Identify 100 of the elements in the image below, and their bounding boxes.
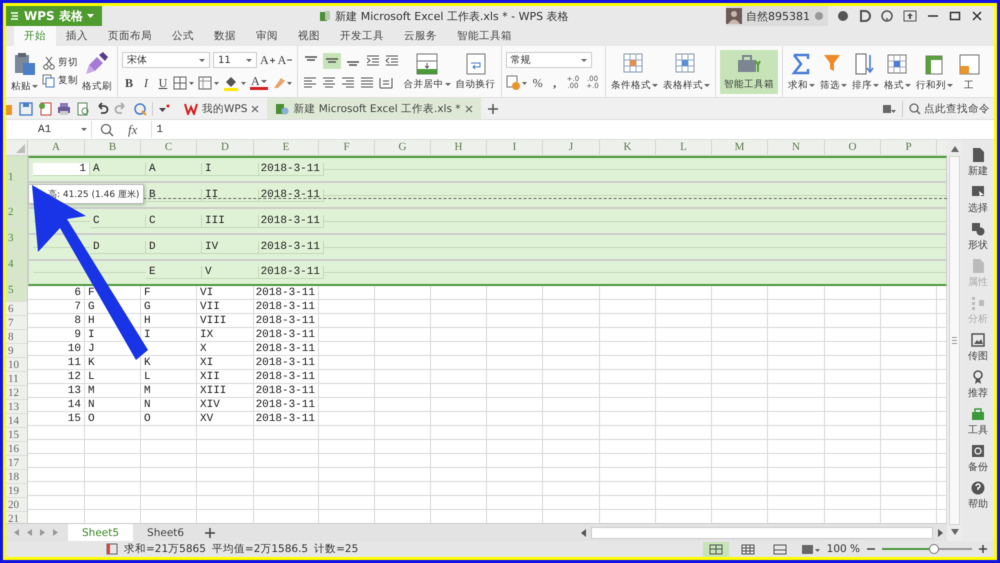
- scroll-up-icon[interactable]: [950, 146, 958, 152]
- format-painter-button[interactable]: 格式刷: [81, 50, 113, 94]
- menu-tab[interactable]: 云服务: [394, 26, 447, 46]
- scroll-thumb[interactable]: [949, 156, 960, 525]
- column-header[interactable]: G: [375, 140, 431, 155]
- row-header[interactable]: 19: [6, 484, 27, 498]
- menu-tab[interactable]: 公式: [162, 26, 204, 46]
- column-header[interactable]: E: [254, 140, 319, 155]
- column-header[interactable]: A: [28, 140, 85, 155]
- sidebar-item[interactable]: 备份: [968, 444, 988, 474]
- scroll-right-icon[interactable]: [937, 528, 943, 536]
- row-header[interactable]: 15: [6, 428, 27, 442]
- sidebar-item[interactable]: 推荐: [968, 370, 988, 400]
- sidebar-item[interactable]: 形状: [968, 222, 988, 252]
- help-icon[interactable]: [881, 10, 893, 22]
- menu-tab[interactable]: 审阅: [246, 26, 288, 46]
- ribbon-button[interactable]: 格式: [882, 50, 912, 94]
- scroll-left-icon[interactable]: [581, 528, 587, 536]
- upload-icon[interactable]: [903, 10, 917, 22]
- column-header[interactable]: P: [881, 140, 937, 155]
- toolbox-button[interactable]: 智能工具箱: [720, 50, 778, 94]
- print-preview-icon[interactable]: [76, 102, 90, 116]
- sidebar-item[interactable]: 传图: [968, 333, 988, 363]
- column-header[interactable]: L: [656, 140, 712, 155]
- paste-button[interactable]: 粘贴: [10, 50, 39, 94]
- sheet-tab[interactable]: Sheet6: [133, 524, 198, 541]
- shrink-font-button[interactable]: A: [278, 52, 292, 68]
- align-right-icon[interactable]: [340, 76, 356, 90]
- column-header[interactable]: H: [431, 140, 487, 155]
- row-header[interactable]: 10: [6, 358, 27, 372]
- font-size-field[interactable]: 11: [213, 52, 257, 68]
- close-icon[interactable]: [464, 104, 473, 112]
- customize-icon[interactable]: [158, 102, 170, 114]
- column-header[interactable]: B: [85, 140, 141, 155]
- merge-center-button[interactable]: 合并居中: [402, 50, 452, 94]
- distribute-icon[interactable]: [378, 76, 394, 90]
- search-icon[interactable]: [133, 102, 147, 116]
- bold-button[interactable]: B: [122, 75, 136, 91]
- sidebar-item[interactable]: 工具: [968, 407, 988, 437]
- row-header[interactable]: 6: [6, 302, 27, 316]
- add-sheet-icon[interactable]: [204, 526, 216, 538]
- vertical-scrollbar[interactable]: [947, 140, 962, 541]
- menu-tab[interactable]: 视图: [288, 26, 330, 46]
- share-icon[interactable]: [859, 10, 871, 22]
- column-header[interactable]: K: [600, 140, 656, 155]
- table-style-button[interactable]: 表格样式: [662, 50, 711, 94]
- close-icon[interactable]: [971, 10, 983, 22]
- menu-tab[interactable]: 数据: [204, 26, 246, 46]
- document-tab[interactable]: 我的WPS: [176, 98, 268, 119]
- justify-icon[interactable]: [358, 76, 375, 90]
- vertical-align-icon[interactable]: [322, 53, 341, 69]
- row-header[interactable]: 13: [6, 400, 27, 414]
- percent-button[interactable]: %: [530, 75, 545, 91]
- row-header[interactable]: 16: [6, 442, 27, 456]
- print-icon[interactable]: [57, 102, 71, 116]
- macro-icon[interactable]: [106, 543, 118, 555]
- sheet-tab[interactable]: Sheet5: [68, 524, 134, 541]
- row-header[interactable]: 17: [6, 456, 27, 470]
- zoom-icon[interactable]: [100, 122, 114, 136]
- column-header[interactable]: I: [487, 140, 543, 155]
- scroll-thumb[interactable]: [591, 526, 933, 538]
- cut-button[interactable]: 剪切: [42, 56, 78, 70]
- conditional-format-button[interactable]: 条件格式: [610, 50, 659, 94]
- column-header[interactable]: F: [319, 140, 375, 155]
- wrap-text-button[interactable]: 自动换行: [454, 50, 497, 94]
- add-tab-icon[interactable]: [486, 102, 499, 114]
- row-header[interactable]: 7: [6, 316, 27, 330]
- grow-font-button[interactable]: A: [260, 52, 275, 68]
- align-left-icon[interactable]: [302, 76, 318, 90]
- sidebar-item[interactable]: 新建: [968, 148, 988, 178]
- column-header[interactable]: C: [141, 140, 197, 155]
- row-header[interactable]: 8: [6, 330, 27, 344]
- number-format-field[interactable]: 常规: [506, 52, 592, 68]
- ribbon-button[interactable]: 排序: [850, 50, 880, 94]
- ribbon-button[interactable]: 筛选: [818, 50, 848, 94]
- export-icon[interactable]: [38, 102, 52, 116]
- currency-icon[interactable]: [506, 75, 528, 91]
- italic-button[interactable]: I: [139, 75, 153, 91]
- column-header[interactable]: J: [543, 140, 600, 155]
- zoom-in-icon[interactable]: [978, 544, 988, 554]
- font-family-field[interactable]: 宋体: [122, 52, 210, 68]
- zoom-slider[interactable]: [882, 544, 972, 554]
- underline-button[interactable]: U: [156, 75, 170, 91]
- menu-tab[interactable]: 开始: [14, 26, 56, 46]
- menu-tab[interactable]: 插入: [56, 26, 98, 46]
- column-header[interactable]: N: [768, 140, 825, 155]
- close-icon[interactable]: [251, 104, 260, 112]
- row-header[interactable]: 12: [6, 386, 27, 400]
- fill-color-icon[interactable]: [223, 76, 247, 90]
- save-icon[interactable]: [19, 102, 33, 116]
- view-mode-icon[interactable]: [702, 542, 729, 556]
- skin-icon[interactable]: [837, 10, 849, 22]
- row-header[interactable]: 20: [6, 498, 27, 512]
- menu-tab[interactable]: 开发工具: [330, 26, 394, 46]
- formula-field[interactable]: 1: [151, 121, 994, 138]
- insert-function-button[interactable]: fx: [128, 122, 138, 138]
- scroll-down-icon[interactable]: [950, 529, 958, 535]
- row-header[interactable]: 11: [6, 372, 27, 386]
- row-header[interactable]: 9: [6, 344, 27, 358]
- align-center-icon[interactable]: [320, 76, 337, 90]
